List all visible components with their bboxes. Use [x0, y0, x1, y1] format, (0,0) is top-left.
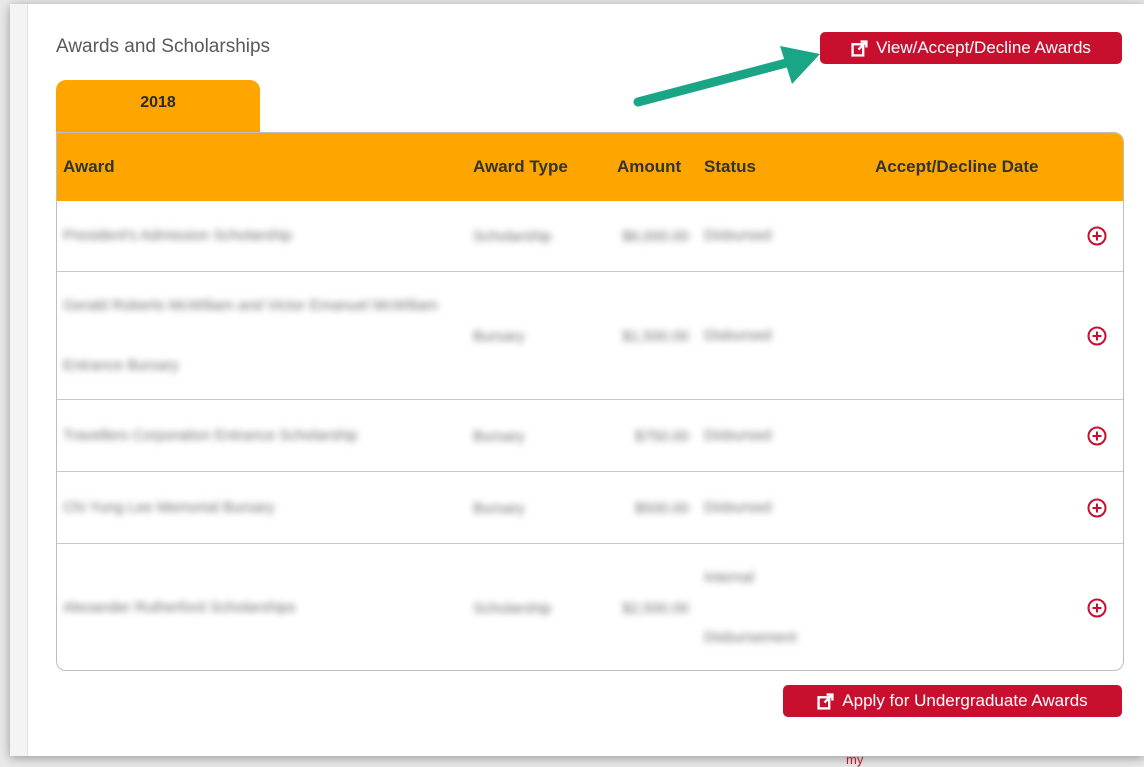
footer-link-partial[interactable]: my [846, 752, 863, 767]
expand-plus-icon[interactable] [1087, 426, 1107, 446]
award-type: Bursary [473, 328, 525, 345]
view-accept-decline-awards-button[interactable]: View/Accept/Decline Awards [820, 32, 1122, 64]
left-gutter [10, 4, 28, 756]
header-award: Award [63, 157, 115, 176]
award-type: Bursary [473, 500, 525, 517]
award-name: Gerald Roberts McWiliam and Victor Emanu… [63, 297, 438, 374]
award-type: Scholarship [473, 600, 552, 617]
section-title: Awards and Scholarships [56, 36, 271, 57]
award-name: Alexander Rutherford Scholarships [63, 599, 296, 616]
award-name: Travellers Corporation Entrance Scholars… [63, 427, 358, 444]
table-row: Travellers Corporation Entrance Scholars… [57, 399, 1123, 471]
expand-plus-icon[interactable] [1087, 326, 1107, 346]
expand-plus-icon[interactable] [1087, 598, 1107, 618]
external-link-icon [851, 39, 868, 57]
award-name: President's Admission Scholarship [63, 227, 292, 244]
header-amount: Amount [617, 157, 682, 176]
table-row: Gerald Roberts McWiliam and Victor Emanu… [57, 271, 1123, 399]
header-award-type: Award Type [473, 157, 568, 176]
apply-undergraduate-awards-button[interactable]: Apply for Undergraduate Awards [783, 685, 1122, 717]
awards-table-header: Award Award Type Amount Status Accept/De… [57, 133, 1123, 201]
green-pointer-arrow-icon [633, 46, 820, 107]
table-row: President's Admission Scholarship Schola… [57, 201, 1123, 271]
award-amount: $6,000.00 [622, 228, 689, 245]
header-status: Status [704, 157, 756, 176]
expand-plus-icon[interactable] [1087, 498, 1107, 518]
award-status: Internal Disbursement [704, 569, 797, 646]
award-amount: $750.00 [634, 428, 689, 445]
external-link-icon [817, 692, 834, 710]
award-type: Bursary [473, 428, 525, 445]
award-status: Disbursed [704, 427, 772, 444]
tab-2018[interactable]: 2018 [56, 80, 260, 136]
awards-table: Award Award Type Amount Status Accept/De… [56, 132, 1124, 671]
tab-2018-label: 2018 [140, 94, 176, 111]
expand-plus-icon[interactable] [1087, 226, 1107, 246]
view-accept-decline-awards-label: View/Accept/Decline Awards [876, 38, 1091, 57]
award-amount: $2,500.00 [622, 600, 689, 617]
award-status: Disbursed [704, 227, 772, 244]
award-status: Disbursed [704, 327, 772, 344]
award-type: Scholarship [473, 228, 552, 245]
table-row: Alexander Rutherford Scholarships Schola… [57, 543, 1123, 670]
award-status: Disbursed [704, 499, 772, 516]
table-row: Chi Yung Lee Memorial Bursary Bursary $5… [57, 471, 1123, 543]
header-accept-decline-date: Accept/Decline Date [875, 157, 1039, 176]
award-amount: $1,500.00 [622, 328, 689, 345]
award-name: Chi Yung Lee Memorial Bursary [63, 499, 275, 516]
apply-undergraduate-awards-label: Apply for Undergraduate Awards [842, 691, 1088, 710]
award-amount: $500.00 [634, 500, 689, 517]
